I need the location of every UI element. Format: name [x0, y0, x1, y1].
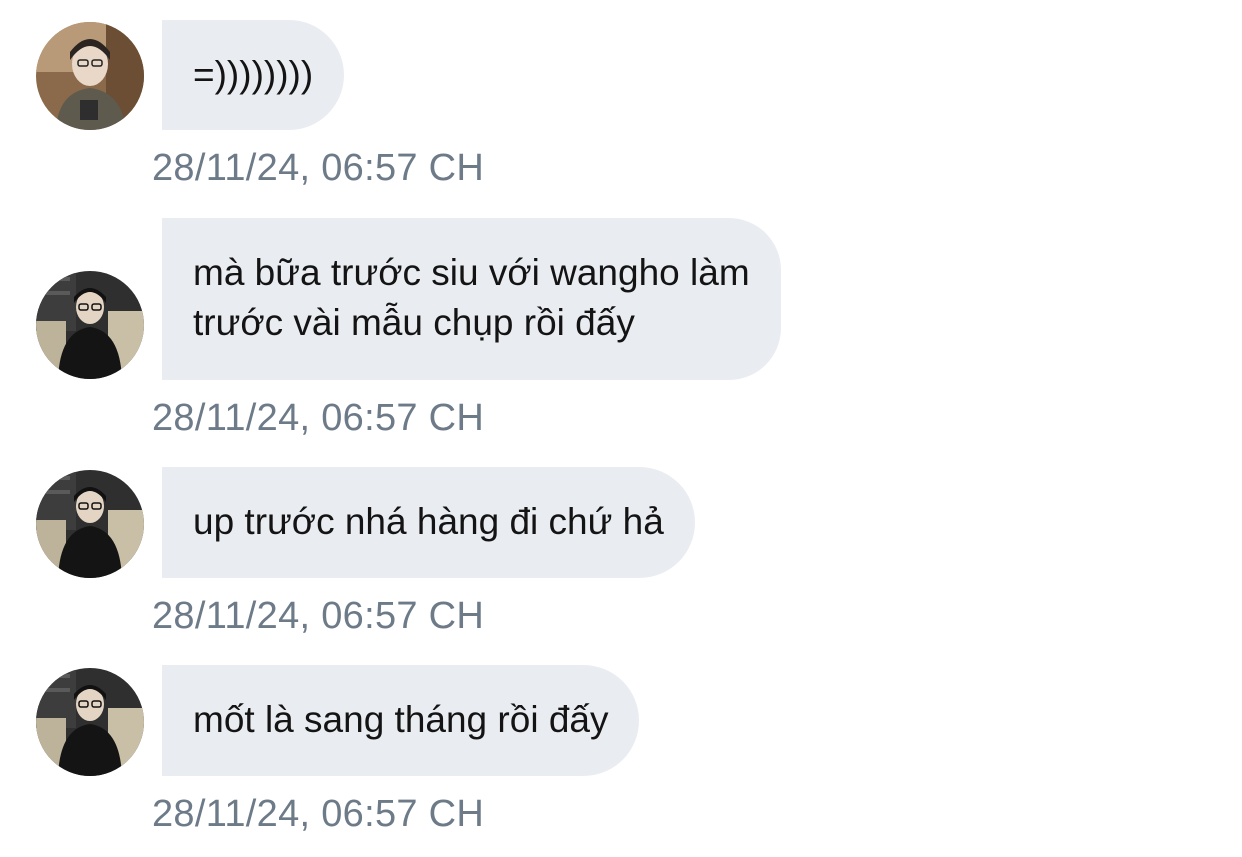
avatar[interactable] [36, 470, 144, 578]
message-text: mà bữa trước siu với wangho làm trước và… [193, 252, 750, 343]
message-text: up trước nhá hàng đi chứ hả [193, 501, 664, 542]
avatar-photo-girl [36, 22, 144, 130]
message-timestamp: 28/11/24, 06:57 CH [152, 793, 485, 835]
message-text: =)))))))) [193, 54, 314, 95]
message-bubble[interactable]: mốt là sang tháng rồi đấy [162, 665, 640, 776]
message-bubble[interactable]: up trước nhá hàng đi chứ hả [162, 467, 695, 578]
message-bubble[interactable]: =)))))))) [162, 20, 345, 130]
message-bubble[interactable]: mà bữa trước siu với wangho làm trước và… [162, 218, 781, 380]
message-timestamp: 28/11/24, 06:57 CH [152, 595, 485, 637]
avatar[interactable] [36, 22, 144, 130]
avatar-photo-boy [36, 668, 144, 776]
message-timestamp: 28/11/24, 06:57 CH [152, 397, 485, 439]
avatar-photo-boy [36, 470, 144, 578]
avatar-photo-boy [36, 271, 144, 379]
message-timestamp: 28/11/24, 06:57 CH [152, 147, 485, 189]
message-text: mốt là sang tháng rồi đấy [193, 699, 609, 740]
avatar[interactable] [36, 668, 144, 776]
avatar[interactable] [36, 271, 144, 379]
